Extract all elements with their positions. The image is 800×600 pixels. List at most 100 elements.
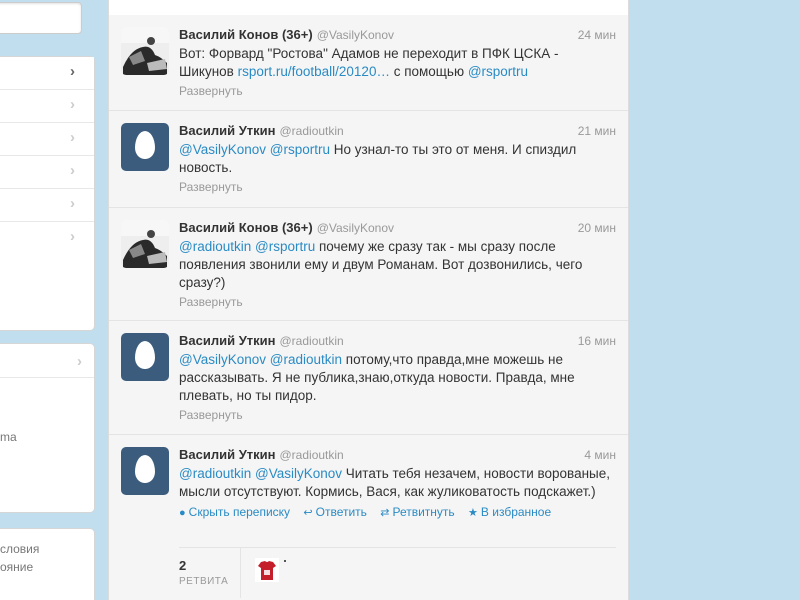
retweeter-avatar[interactable]	[255, 558, 279, 582]
tweet-text: @VasilyKonov @rsportru Но узнал-то ты эт…	[179, 141, 616, 177]
chevron-right-icon: ›	[70, 63, 75, 80]
tweet-header: Василий Уткин @radioutkin 16 мин	[179, 333, 616, 351]
nav-item-3[interactable]: ›	[0, 123, 94, 156]
tweet-username[interactable]: @VasilyKonov	[317, 28, 394, 42]
tweet-username[interactable]: @radioutkin	[280, 334, 344, 348]
search-input[interactable]	[0, 2, 82, 34]
tweet-fullname[interactable]: Василий Конов (36+)	[179, 27, 313, 42]
conversation-button[interactable]: ● Скрыть переписку	[179, 505, 290, 519]
tweet-time[interactable]: 20 мин	[578, 220, 616, 236]
retweeter-more	[284, 560, 286, 562]
retweet-label: Ретвитнуть	[392, 505, 455, 519]
jersey-icon	[255, 558, 279, 582]
tweet-time[interactable]: 4 мин	[584, 447, 616, 463]
mention-link[interactable]: @radioutkin	[270, 352, 342, 367]
tweet-item[interactable]: Василий Уткин @radioutkin 4 мин @radioutk…	[109, 435, 628, 600]
tweet-time[interactable]: 21 мин	[578, 123, 616, 139]
retweet-count[interactable]: 2	[179, 558, 186, 573]
tweet-username[interactable]: @radioutkin	[280, 448, 344, 462]
tweet-stats: 2 РЕТВИТА	[179, 547, 616, 600]
chevron-right-icon: ›	[77, 353, 82, 370]
tweet-header: Василий Уткин @radioutkin 4 мин	[179, 447, 616, 465]
tweet-content: Василий Конов (36+) @VasilyKonov 24 мин В…	[179, 27, 616, 99]
footer-link-status[interactable]: ояние	[0, 560, 33, 574]
star-icon: ★	[468, 507, 478, 519]
retweet-count-label: РЕТВИТА	[179, 576, 229, 587]
trends-panel: ›	[0, 343, 95, 513]
default-egg-icon	[135, 131, 155, 159]
tweet-stream: Василий Конов (36+) @VasilyKonov 24 мин В…	[108, 0, 629, 600]
tweet-content: Василий Уткин @radioutkin 21 мин @VasilyK…	[179, 123, 616, 195]
tweet-item[interactable]: Василий Конов (36+) @VasilyKonov 20 мин @…	[109, 208, 628, 321]
trends-header[interactable]: ›	[0, 344, 94, 378]
expand-link[interactable]: Развернуть	[179, 294, 616, 310]
tweet-actions: ● Скрыть переписку ↩ Ответить ⇄ Ретвитнуть …	[179, 503, 616, 521]
tweet-time[interactable]: 16 мин	[578, 333, 616, 349]
tweet-fullname[interactable]: Василий Уткин	[179, 447, 276, 462]
expand-link[interactable]: Развернуть	[179, 179, 616, 195]
mention-link[interactable]: @radioutkin	[179, 466, 251, 481]
expand-link[interactable]: Развернуть	[179, 407, 616, 423]
retweet-icon: ⇄	[380, 507, 390, 519]
nav-item-5[interactable]: ›	[0, 189, 94, 222]
avatar[interactable]	[121, 447, 169, 495]
tweet-content: Василий Уткин @radioutkin 4 мин @radioutk…	[179, 447, 616, 521]
tweet-text: Вот: Форвард "Ростова" Адамов не переход…	[179, 45, 616, 81]
footer-link-terms[interactable]: словия	[0, 542, 39, 556]
conversation-label: Скрыть переписку	[188, 505, 291, 519]
tweet-header: Василий Конов (36+) @VasilyKonov 20 мин	[179, 220, 616, 238]
avatar[interactable]	[121, 333, 169, 381]
tweet-item[interactable]: Василий Уткин @radioutkin 21 мин @VasilyK…	[109, 111, 628, 208]
trend-fragment[interactable]: ma	[0, 430, 17, 444]
mention-link[interactable]: @rsportru	[468, 64, 528, 79]
tweet-time[interactable]: 24 мин	[578, 27, 616, 43]
tweet-username[interactable]: @VasilyKonov	[317, 221, 394, 235]
avatar[interactable]	[121, 123, 169, 171]
reply-arrow-icon: ↩	[303, 507, 313, 519]
tweet-fullname[interactable]: Василий Конов (36+)	[179, 220, 313, 235]
nav-item-6[interactable]: ›	[0, 222, 94, 255]
tweet-fullname[interactable]: Василий Уткин	[179, 333, 276, 348]
tweet-content: Василий Конов (36+) @VasilyKonov 20 мин @…	[179, 220, 616, 310]
tweet-text-segment: с помощью	[389, 64, 468, 79]
mention-link[interactable]: @rsportru	[255, 239, 315, 254]
mention-link[interactable]: @VasilyKonov	[179, 142, 266, 157]
mention-link[interactable]: @rsportru	[270, 142, 330, 157]
tweet-text: @radioutkin @VasilyKonov Читать тебя нез…	[179, 465, 616, 501]
nav-panel: › › › › › ›	[0, 56, 95, 331]
avatar-photo-icon	[121, 220, 169, 268]
tweet-text: @VasilyKonov @radioutkin потому,что прав…	[179, 351, 616, 405]
default-egg-icon	[135, 455, 155, 483]
tweet-item[interactable]: Василий Конов (36+) @VasilyKonov 24 мин В…	[109, 15, 628, 111]
chevron-right-icon: ›	[70, 96, 75, 113]
retweet-button[interactable]: ⇄ Ретвитнуть	[380, 505, 454, 519]
expand-link[interactable]: Развернуть	[179, 83, 616, 99]
speech-bubble-icon: ●	[179, 507, 186, 519]
mention-link[interactable]: @radioutkin	[179, 239, 251, 254]
tweet-text: @radioutkin @rsportru почему же сразу та…	[179, 238, 616, 292]
nav-item-4[interactable]: ›	[0, 156, 94, 189]
mention-link[interactable]: @VasilyKonov	[179, 352, 266, 367]
mention-link[interactable]: @VasilyKonov	[255, 466, 342, 481]
tweet-fullname[interactable]: Василий Уткин	[179, 123, 276, 138]
chevron-right-icon: ›	[70, 228, 75, 245]
tweet-username[interactable]: @radioutkin	[280, 124, 344, 138]
reply-label: Ответить	[315, 505, 367, 519]
default-egg-icon	[135, 341, 155, 369]
chevron-right-icon: ›	[70, 162, 75, 179]
avatar[interactable]	[121, 220, 169, 268]
left-sidebar: › › › › › › › ma словия ояние	[0, 0, 96, 600]
avatar-photo-icon	[121, 27, 169, 75]
stats-divider	[240, 548, 241, 598]
url-link[interactable]: rsport.ru/football/20120…	[238, 64, 390, 79]
tweet-item[interactable]: Василий Уткин @radioutkin 16 мин @VasilyK…	[109, 321, 628, 435]
favorite-label: В избранное	[480, 505, 552, 519]
reply-button[interactable]: ↩ Ответить	[303, 505, 367, 519]
avatar[interactable]	[121, 27, 169, 75]
tweet-header: Василий Уткин @radioutkin 21 мин	[179, 123, 616, 141]
favorite-button[interactable]: ★ В избранное	[468, 505, 551, 519]
tweet-header: Василий Конов (36+) @VasilyKonov 24 мин	[179, 27, 616, 45]
chevron-right-icon: ›	[70, 195, 75, 212]
nav-item-1[interactable]: ›	[0, 57, 94, 90]
nav-item-2[interactable]: ›	[0, 90, 94, 123]
